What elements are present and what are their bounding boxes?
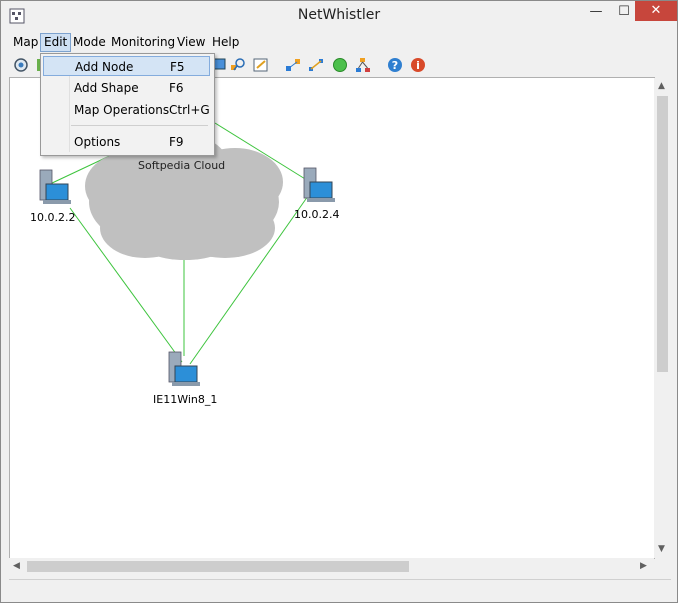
svg-text:i: i (416, 59, 420, 72)
close-button[interactable]: ✕ (635, 1, 677, 21)
menu-item-add-node[interactable]: Add Node F5 (43, 56, 210, 76)
menu-item-label: Map Operations (74, 103, 170, 117)
discover-icon[interactable] (12, 56, 30, 74)
menu-item-shortcut: F6 (169, 81, 184, 95)
status-bar (9, 579, 671, 598)
node-label: 10.0.2.4 (294, 208, 340, 221)
minimize-button[interactable]: — (579, 1, 613, 23)
vertical-scroll-thumb[interactable] (657, 96, 668, 372)
maximize-button[interactable]: ☐ (613, 1, 635, 23)
menu-map[interactable]: Map (10, 34, 41, 51)
menu-item-options[interactable]: Options F9 (43, 132, 210, 152)
status-green-icon[interactable] (331, 56, 349, 74)
horizontal-scrollbar[interactable]: ◀ ▶ (9, 558, 654, 575)
connect-tool-icon[interactable] (307, 56, 325, 74)
window-title: NetWhistler (297, 7, 381, 23)
menu-item-map-operations[interactable]: Map Operations Ctrl+G (43, 100, 210, 120)
menu-item-shortcut: F5 (170, 60, 185, 74)
menu-item-shortcut: F9 (169, 135, 184, 149)
menu-mode[interactable]: Mode (70, 34, 109, 51)
menu-item-label: Options (74, 135, 121, 149)
menu-item-label: Add Shape (74, 81, 139, 95)
svg-text:?: ? (392, 59, 398, 72)
app-window: NetWhistler — ☐ ✕ Map Edit Mode Monitori… (0, 0, 678, 603)
menu-view[interactable]: View (174, 34, 208, 51)
menu-item-shortcut: Ctrl+G (169, 103, 210, 117)
scroll-left-icon[interactable]: ◀ (13, 561, 20, 571)
info-icon[interactable]: i (409, 56, 427, 74)
cloud-label: Softpedia Cloud (138, 159, 226, 172)
scroll-right-icon[interactable]: ▶ (640, 561, 647, 571)
link-tool-icon[interactable] (284, 56, 302, 74)
title-bar[interactable]: NetWhistler — ☐ ✕ (1, 1, 677, 31)
menu-item-add-shape[interactable]: Add Shape F6 (43, 78, 210, 98)
edit-icon[interactable] (252, 56, 270, 74)
scroll-up-icon[interactable]: ▲ (658, 81, 665, 91)
menu-bar: Map Edit Mode Monitoring View Help (1, 32, 677, 52)
help-icon[interactable]: ? (386, 56, 404, 74)
computer-node-icon[interactable] (303, 167, 335, 202)
zoom-icon[interactable] (229, 56, 247, 74)
hierarchy-icon[interactable] (354, 56, 372, 74)
menu-item-label: Add Node (75, 60, 134, 74)
menu-separator (71, 125, 208, 126)
menu-help[interactable]: Help (209, 34, 242, 51)
vertical-scrollbar[interactable]: ▲ ▼ (654, 78, 671, 558)
menu-edit[interactable]: Edit (40, 33, 72, 52)
menu-monitoring[interactable]: Monitoring (108, 34, 178, 51)
node-label: IE11Win8_1 (153, 393, 218, 406)
computer-node-icon[interactable] (39, 169, 71, 204)
horizontal-scroll-thumb[interactable] (27, 561, 409, 572)
scroll-down-icon[interactable]: ▼ (658, 544, 665, 554)
edit-menu-dropdown: Add Node F5 Add Shape F6 Map Operations … (40, 53, 215, 156)
node-label: 10.0.2.2 (30, 211, 76, 224)
